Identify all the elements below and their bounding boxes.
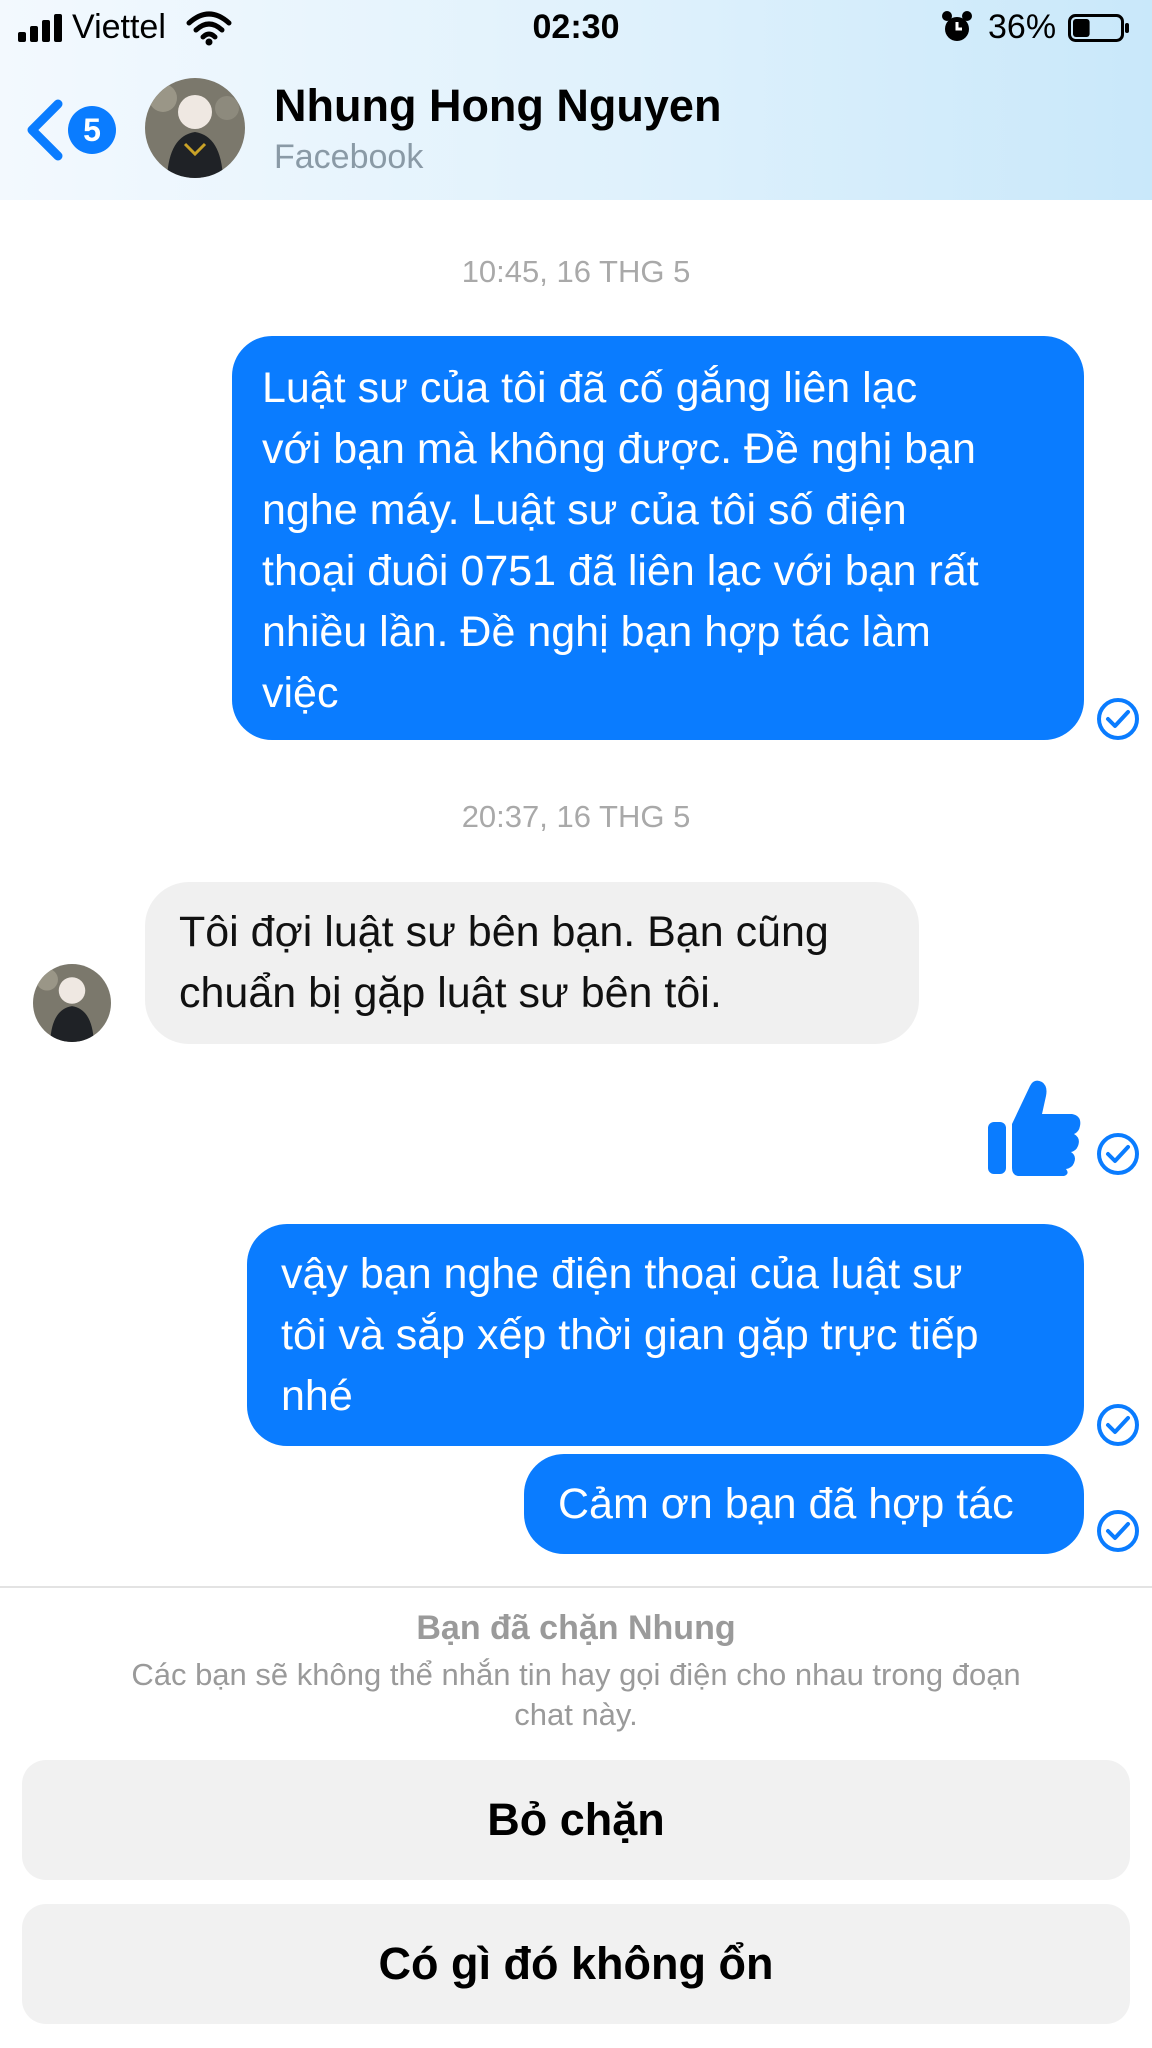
alarm-icon: [942, 11, 972, 41]
message-line: với bạn mà không được. Đề nghị bạn: [262, 425, 976, 473]
outgoing-message-bubble[interactable]: vậy bạn nghe điện thoại của luật sư tôi …: [247, 1224, 1084, 1446]
message-line: Cảm ơn bạn đã hợp tác: [558, 1480, 1014, 1528]
message-line: Luật sư của tôi đã cố gắng liên lạc: [262, 364, 918, 412]
delivered-check-icon: [1097, 1404, 1139, 1446]
chat-header: Viettel 02:30 36% 5 Nhung Hong Nguyen Fa…: [0, 0, 1152, 200]
blocked-description: Các bạn sẽ không thể nhắn tin hay gọi đi…: [131, 1657, 1021, 1732]
message-line: chuẩn bị gặp luật sư bên tôi.: [179, 969, 722, 1017]
delivered-check-icon: [1097, 1133, 1139, 1175]
battery-icon: [1068, 14, 1129, 42]
contact-source: Facebook: [274, 138, 424, 176]
status-time: 02:30: [532, 8, 620, 46]
incoming-message-bubble[interactable]: Tôi đợi luật sư bên bạn. Bạn cũng chuẩn …: [145, 882, 919, 1044]
message-line: nghe máy. Luật sư của tôi số điện: [262, 486, 907, 534]
sender-avatar[interactable]: [33, 964, 111, 1042]
unread-count-badge[interactable]: 5: [68, 106, 116, 154]
blocked-title: Bạn đã chặn Nhung: [416, 1609, 736, 1647]
delivered-check-icon: [1097, 1510, 1139, 1552]
message-timestamp: 20:37, 16 THG 5: [461, 799, 691, 834]
back-chevron-icon[interactable]: [22, 98, 66, 162]
message-line: Tôi đợi luật sư bên bạn. Bạn cũng: [179, 908, 829, 956]
outgoing-message-bubble[interactable]: Cảm ơn bạn đã hợp tác: [524, 1454, 1084, 1554]
message-line: thoại đuôi 0751 đã liên lạc với bạn rất: [262, 547, 979, 595]
delivered-check-icon: [1097, 698, 1139, 740]
unblock-button[interactable]: Bỏ chặn: [22, 1760, 1130, 1880]
message-line: việc: [262, 669, 339, 717]
footer-divider: [0, 1586, 1152, 1588]
message-line: tôi và sắp xếp thời gian gặp trực tiếp: [281, 1311, 979, 1359]
message-line: nhé: [281, 1372, 353, 1420]
message-line: vậy bạn nghe điện thoại của luật sư: [281, 1250, 963, 1298]
contact-avatar[interactable]: [145, 78, 245, 178]
message-timestamp: 10:45, 16 THG 5: [461, 254, 691, 289]
contact-name[interactable]: Nhung Hong Nguyen: [274, 80, 721, 132]
status-bar: Viettel 02:30 36%: [0, 0, 1152, 60]
message-line: nhiều lần. Đề nghị bạn hợp tác làm: [262, 608, 931, 656]
report-problem-button[interactable]: Có gì đó không ổn: [22, 1904, 1130, 2024]
battery-percentage: 36%: [988, 8, 1057, 46]
outgoing-message-bubble[interactable]: Luật sư của tôi đã cố gắng liên lạc với …: [232, 336, 1084, 740]
thumbs-up-icon[interactable]: [986, 1076, 1082, 1176]
